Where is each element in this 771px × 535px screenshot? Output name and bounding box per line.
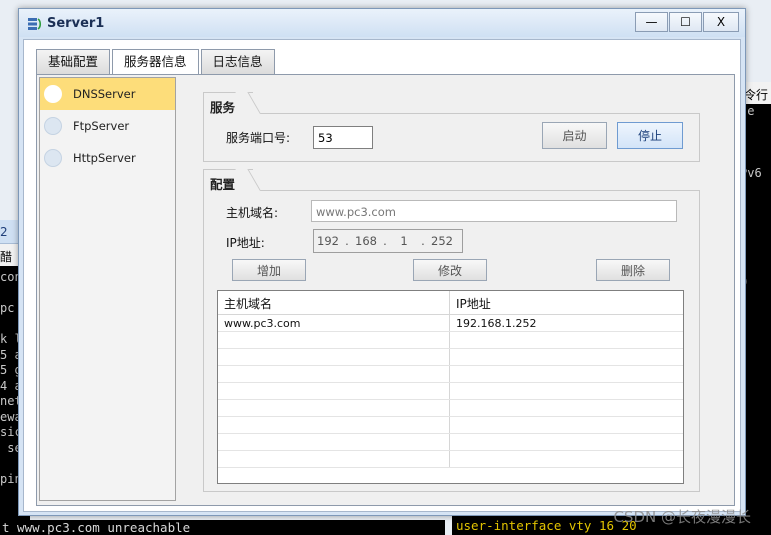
table-row-empty <box>218 349 683 366</box>
ip-octet-1: 192 <box>317 234 339 248</box>
cell-ip: 192.168.1.252 <box>456 317 537 330</box>
dns-records-table: 主机域名 IP地址 www.pc3.com 192.168.1.252 <box>217 290 684 484</box>
maximize-button[interactable]: ☐ <box>669 12 702 32</box>
service-group: 服务 服务端口号: 53 启动 停止 <box>203 92 700 162</box>
tab-log-info[interactable]: 日志信息 <box>200 49 275 74</box>
start-button[interactable]: 启动 <box>542 122 607 149</box>
cell-hostname: www.pc3.com <box>218 315 450 331</box>
csdn-watermark: CSDN @长夜漫漫长 <box>613 508 751 526</box>
table-row-empty <box>218 332 683 349</box>
hostname-input[interactable]: www.pc3.com <box>311 200 677 222</box>
delete-button[interactable]: 删除 <box>596 259 670 281</box>
stop-button[interactable]: 停止 <box>617 122 683 149</box>
hostname-label: 主机域名: <box>226 206 279 220</box>
tab-bar: 基础配置 服务器信息 日志信息 <box>36 49 277 75</box>
server-list: DNSServer FtpServer HttpServer <box>39 77 176 501</box>
terminal-line-bottom-left: t www.pc3.com unreachable <box>0 520 445 535</box>
table-row-empty <box>218 366 683 383</box>
window-title: Server1 <box>47 16 105 31</box>
server1-window: Server1 — ☐ X 基础配置 服务器信息 日志信息 DNSServer … <box>18 8 746 516</box>
port-input[interactable]: 53 <box>313 126 373 149</box>
server-status-icon <box>44 117 62 135</box>
server-item-http[interactable]: HttpServer <box>40 142 175 174</box>
server-info-panel: DNSServer FtpServer HttpServer 服务 服务端口号:… <box>36 74 735 506</box>
ip-address-input[interactable]: 192 . 168 . 1 . 252 <box>313 229 463 253</box>
server-item-ftp[interactable]: FtpServer <box>40 110 175 142</box>
window-titlebar[interactable]: Server1 — ☐ X <box>19 9 745 37</box>
server-item-dns[interactable]: DNSServer <box>40 78 175 110</box>
modify-button[interactable]: 修改 <box>413 259 487 281</box>
ip-octet-4: 252 <box>431 234 453 248</box>
table-row-empty <box>218 417 683 434</box>
window-client-area: 基础配置 服务器信息 日志信息 DNSServer FtpServer Http… <box>23 39 741 512</box>
server-item-label: HttpServer <box>73 151 136 165</box>
server-status-icon <box>44 149 62 167</box>
close-button[interactable]: X <box>703 12 739 32</box>
ip-label: IP地址: <box>226 236 265 250</box>
server-item-label: DNSServer <box>73 87 136 101</box>
table-header: 主机域名 IP地址 <box>218 291 683 315</box>
config-group-label: 配置 <box>203 169 254 192</box>
header-hostname[interactable]: 主机域名 <box>218 291 450 314</box>
ip-octet-2: 168 <box>355 234 377 248</box>
table-row[interactable]: www.pc3.com 192.168.1.252 <box>218 315 683 332</box>
add-button[interactable]: 增加 <box>232 259 306 281</box>
table-row-empty <box>218 400 683 417</box>
ip-octet-3: 1 <box>400 234 408 248</box>
table-row-empty <box>218 434 683 451</box>
server-status-icon <box>44 85 62 103</box>
service-group-label: 服务 <box>203 92 254 115</box>
server-item-label: FtpServer <box>73 119 130 133</box>
table-row-empty <box>218 383 683 400</box>
table-row-empty <box>218 451 683 468</box>
minimize-button[interactable]: — <box>635 12 668 32</box>
header-ip[interactable]: IP地址 <box>450 291 683 314</box>
port-label: 服务端口号: <box>226 131 291 145</box>
config-group: 配置 主机域名: www.pc3.com IP地址: 192 . 168 . 1… <box>203 169 700 492</box>
tab-server-info[interactable]: 服务器信息 <box>112 49 199 75</box>
server-app-icon <box>28 18 42 30</box>
tab-basic-config[interactable]: 基础配置 <box>36 49 111 74</box>
